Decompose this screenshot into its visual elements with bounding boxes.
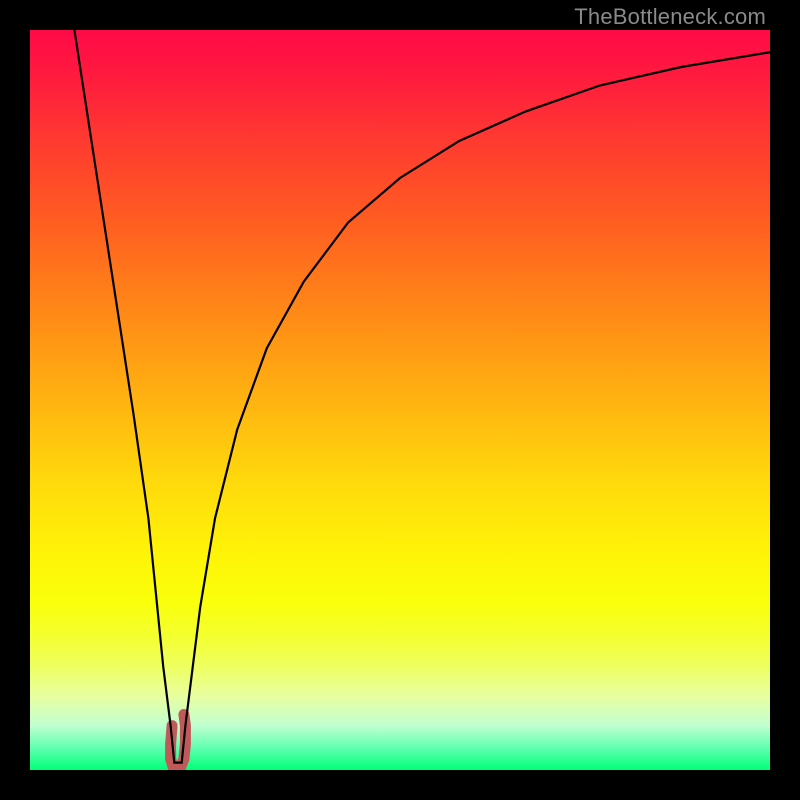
chart-frame: TheBottleneck.com [0, 0, 800, 800]
plot-area [30, 30, 770, 770]
bottleneck-curve-path [74, 30, 770, 763]
watermark-text: TheBottleneck.com [574, 4, 766, 30]
curve-layer [30, 30, 770, 770]
